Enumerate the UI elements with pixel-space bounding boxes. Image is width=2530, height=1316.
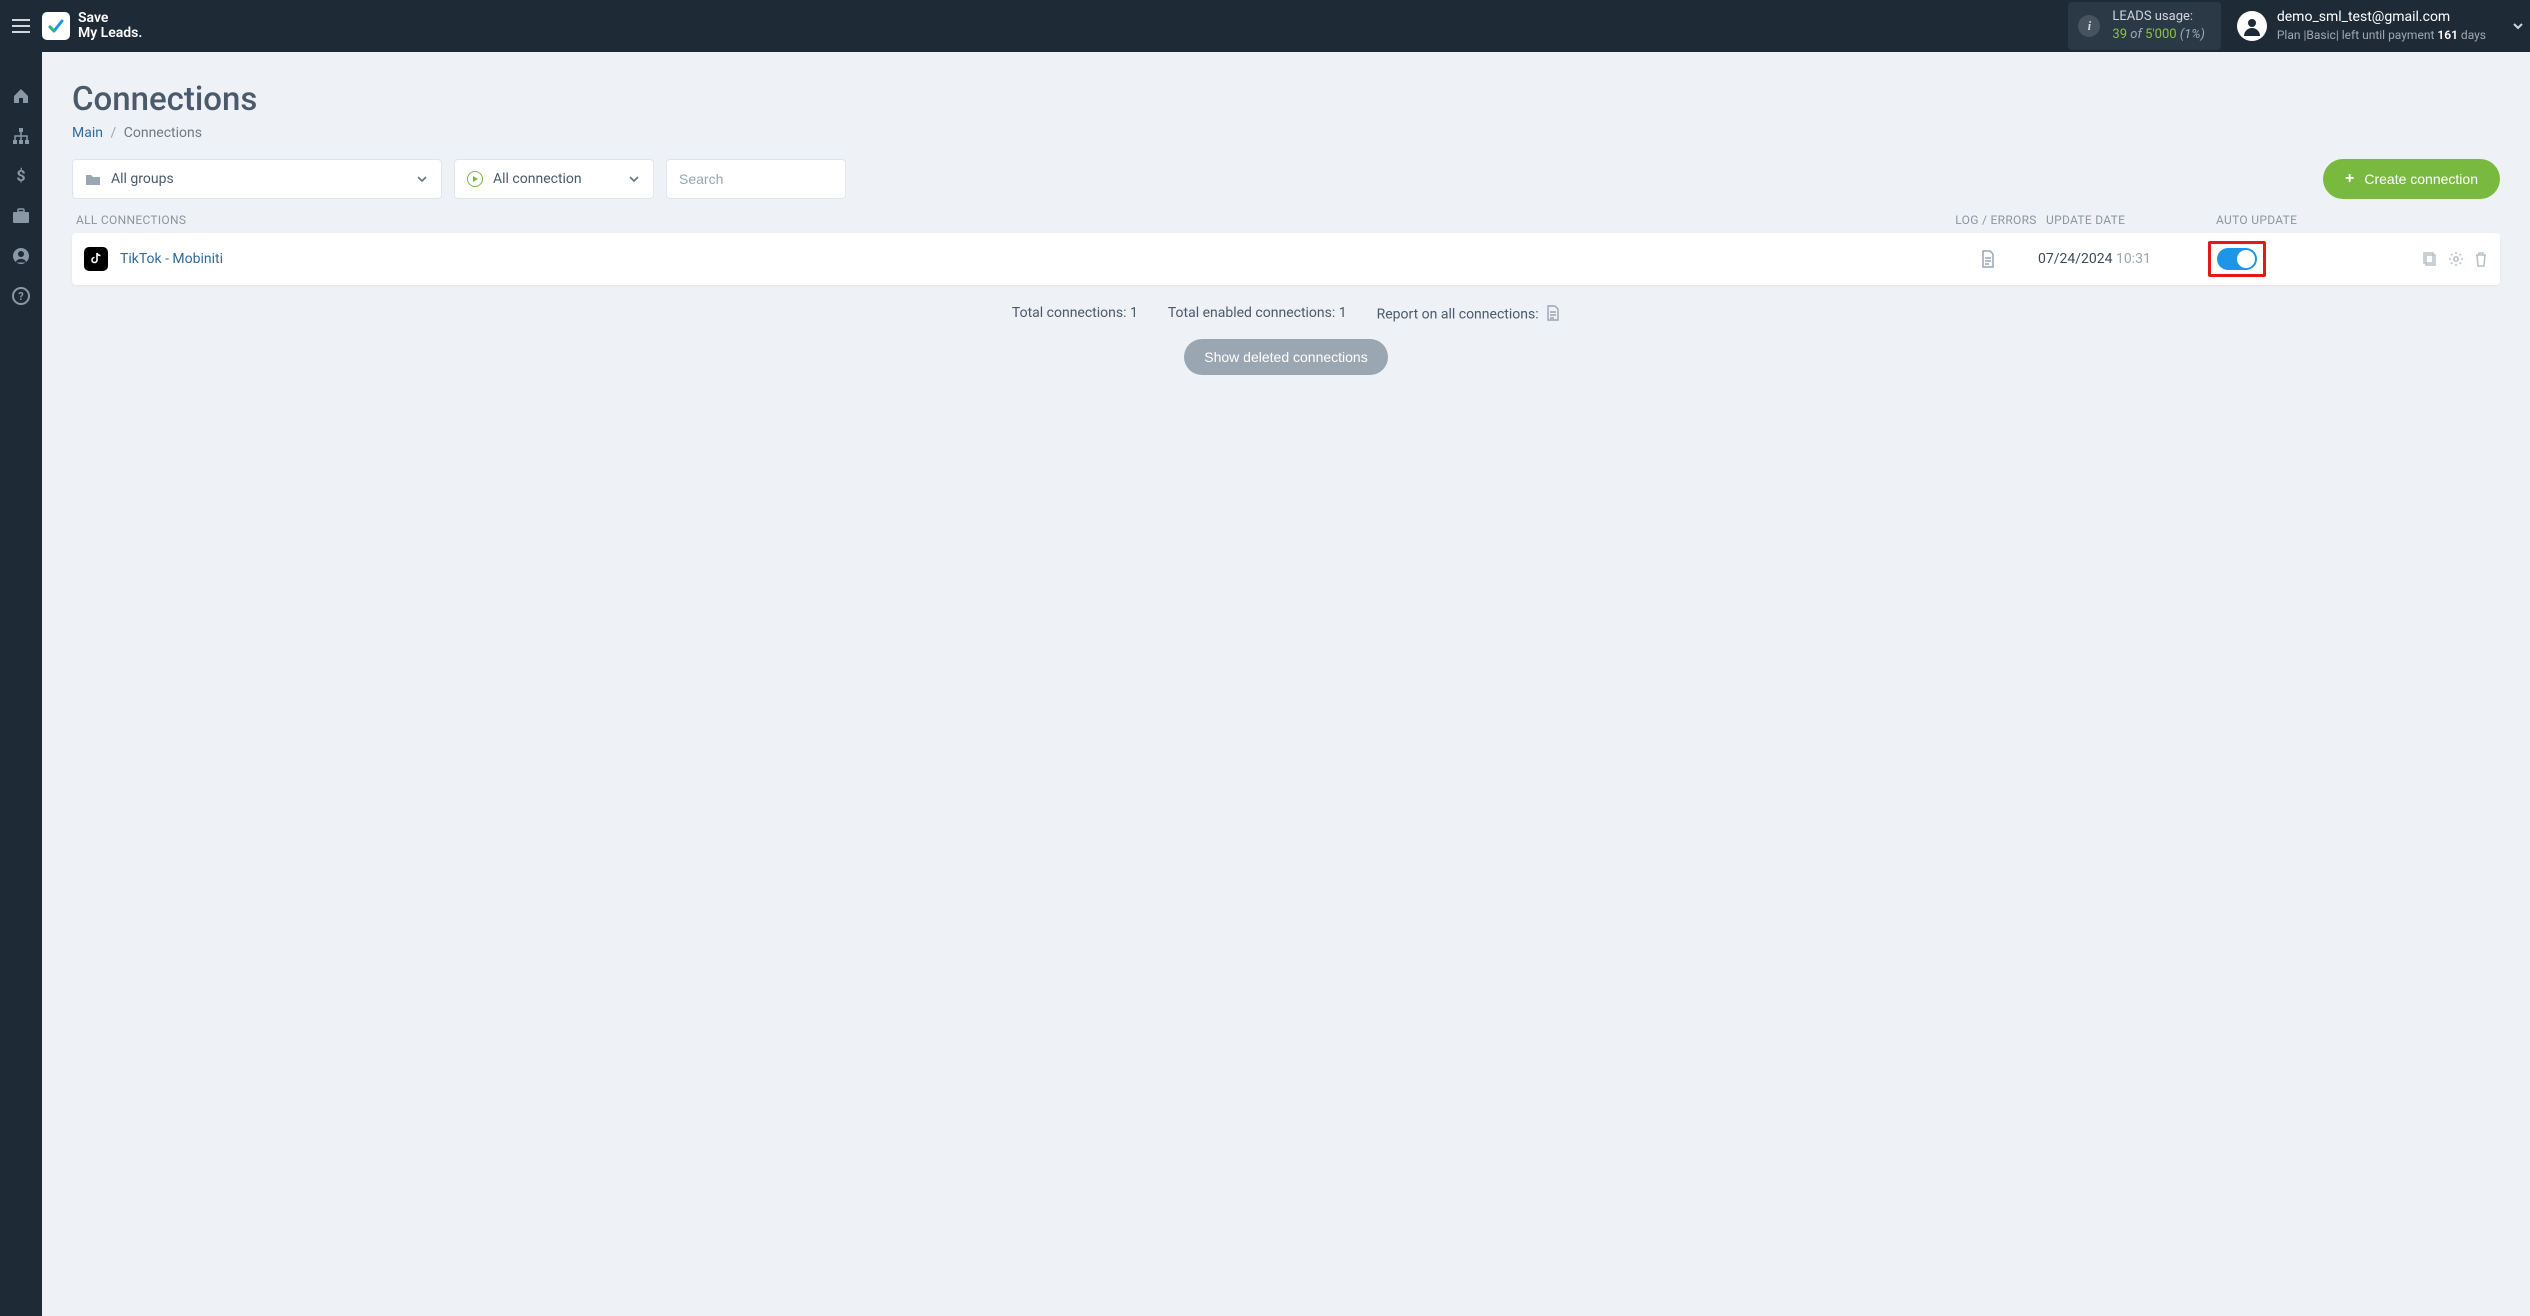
groups-select[interactable]: All groups xyxy=(72,159,442,199)
logo[interactable]: Save My Leads. xyxy=(42,11,162,42)
col-update-date: UPDATE DATE xyxy=(2046,213,2216,227)
chevron-down-icon xyxy=(627,172,641,186)
auto-update-toggle[interactable] xyxy=(2217,248,2257,270)
nav-tools[interactable] xyxy=(0,200,42,232)
connection-link[interactable]: TikTok - Mobiniti xyxy=(120,251,223,267)
gear-icon xyxy=(2448,251,2464,267)
sitemap-icon xyxy=(12,127,30,145)
account-email: demo_sml_test@gmail.com xyxy=(2277,8,2486,27)
chevron-down-icon xyxy=(2511,19,2525,33)
menu-toggle-button[interactable] xyxy=(0,19,42,33)
auto-update-highlight xyxy=(2208,241,2266,277)
nav-connections[interactable] xyxy=(0,120,42,152)
breadcrumb: Main / Connections xyxy=(72,125,2500,141)
logo-line1: Save xyxy=(78,11,142,26)
chevron-down-icon xyxy=(415,172,429,186)
logo-text: Save My Leads. xyxy=(78,11,142,42)
breadcrumb-main-link[interactable]: Main xyxy=(72,125,103,141)
col-log-errors: LOG / ERRORS xyxy=(1946,213,2046,227)
plus-icon: + xyxy=(2345,170,2354,188)
create-connection-label: Create connection xyxy=(2364,171,2478,187)
page-title: Connections xyxy=(72,80,2500,119)
menu-icon xyxy=(12,19,30,33)
account-plan: Plan |Basic| left until payment 161 days xyxy=(2277,27,2486,43)
tiktok-icon xyxy=(84,247,108,271)
dollar-icon: $ xyxy=(15,167,27,185)
main-content: Connections Main / Connections All group… xyxy=(42,52,2530,1316)
home-icon xyxy=(12,87,30,105)
breadcrumb-current: Connections xyxy=(124,125,202,141)
search-input[interactable] xyxy=(679,171,833,187)
logo-mark xyxy=(42,12,70,40)
copy-button[interactable] xyxy=(2422,251,2438,267)
account-caret[interactable] xyxy=(2506,19,2530,33)
document-icon xyxy=(1546,305,1560,321)
nav-account[interactable] xyxy=(0,240,42,272)
col-auto-update: AUTO UPDATE xyxy=(2216,213,2396,227)
avatar-icon xyxy=(2237,11,2267,41)
create-connection-button[interactable]: + Create connection xyxy=(2323,159,2500,199)
logo-line2: My Leads. xyxy=(78,26,142,41)
leads-value: 39 of 5'000 (1%) xyxy=(2112,26,2204,44)
play-icon xyxy=(467,171,483,187)
filters-row: All groups All connection + Create conne… xyxy=(72,159,2500,199)
show-deleted-button[interactable]: Show deleted connections xyxy=(1184,339,1387,375)
col-all-connections: ALL CONNECTIONS xyxy=(76,213,1946,227)
summary-enabled: Total enabled connections: 1 xyxy=(1168,305,1347,325)
briefcase-icon xyxy=(12,208,30,224)
help-icon: ? xyxy=(12,287,30,305)
folder-icon xyxy=(85,172,101,186)
trash-icon xyxy=(2474,251,2488,267)
svg-text:?: ? xyxy=(18,290,24,303)
sidebar: $ ? xyxy=(0,52,42,1316)
leads-usage-box[interactable]: i LEADS usage: 39 of 5'000 (1%) xyxy=(2068,2,2220,49)
check-icon xyxy=(46,16,66,36)
nav-billing[interactable]: $ xyxy=(0,160,42,192)
groups-select-label: All groups xyxy=(111,171,415,187)
summary-row: Total connections: 1 Total enabled conne… xyxy=(72,285,2500,339)
leads-label: LEADS usage: xyxy=(2112,8,2204,26)
summary-total: Total connections: 1 xyxy=(1012,305,1138,325)
nav-home[interactable] xyxy=(0,80,42,112)
log-button[interactable] xyxy=(1938,250,2038,268)
info-icon: i xyxy=(2078,15,2100,37)
account-menu[interactable]: demo_sml_test@gmail.com Plan |Basic| lef… xyxy=(2237,8,2506,43)
state-select[interactable]: All connection xyxy=(454,159,654,199)
state-select-label: All connection xyxy=(493,171,627,187)
user-icon xyxy=(12,247,30,265)
search-box[interactable] xyxy=(666,159,846,199)
update-date: 07/24/2024 10:31 xyxy=(2038,251,2208,267)
delete-button[interactable] xyxy=(2474,251,2488,267)
table-header: ALL CONNECTIONS LOG / ERRORS UPDATE DATE… xyxy=(72,213,2500,233)
nav-help[interactable]: ? xyxy=(0,280,42,312)
table-row: TikTok - Mobiniti 07/24/2024 10:31 xyxy=(72,233,2500,285)
summary-report[interactable]: Report on all connections: xyxy=(1377,305,1560,325)
copy-icon xyxy=(2422,251,2438,267)
settings-button[interactable] xyxy=(2448,251,2464,267)
svg-text:$: $ xyxy=(16,167,25,185)
app-header: Save My Leads. i LEADS usage: 39 of 5'00… xyxy=(0,0,2530,52)
document-icon xyxy=(1980,250,1996,268)
